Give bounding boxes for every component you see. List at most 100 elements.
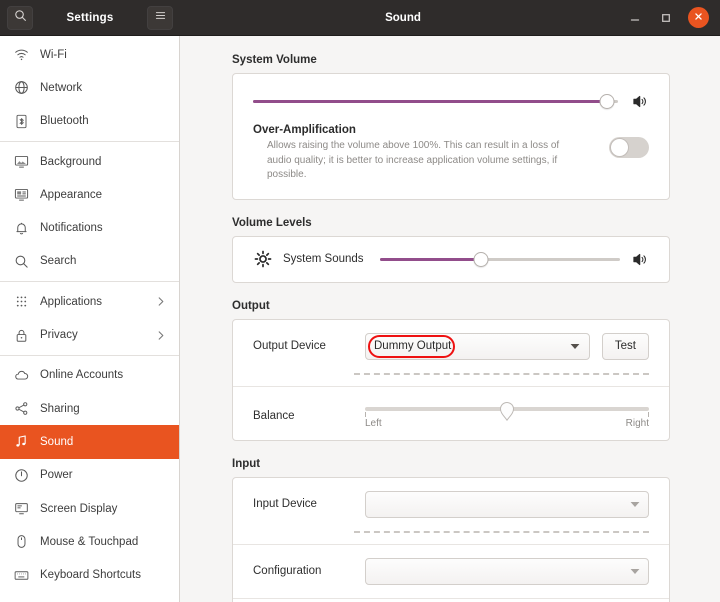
- sidebar-item-sharing[interactable]: Sharing: [0, 392, 179, 425]
- sidebar-item-search[interactable]: Search: [0, 245, 179, 278]
- sidebar-item-label: Sound: [40, 436, 166, 448]
- sidebar-item-background[interactable]: Background: [0, 145, 179, 178]
- system-volume-slider[interactable]: [253, 92, 618, 110]
- card-bottom-cut: [233, 599, 669, 602]
- tick-right: [648, 412, 649, 417]
- sidebar-item-label: Online Accounts: [40, 369, 166, 381]
- close-button[interactable]: [688, 7, 709, 28]
- volume-level-name: System Sounds: [283, 253, 369, 265]
- input-configuration-dropdown[interactable]: [365, 558, 649, 585]
- sidebar-item-label: Power: [40, 469, 166, 481]
- over-amplification-description: Allows raising the volume above 100%. Th…: [253, 139, 583, 183]
- sidebar-item-power[interactable]: Power: [0, 459, 179, 492]
- sidebar-item-mouse-touchpad[interactable]: Mouse & Touchpad: [0, 525, 179, 558]
- balance-slider[interactable]: Left Right: [365, 401, 649, 429]
- titlebar-left-pane: Settings: [0, 0, 180, 36]
- section-title-output: Output: [232, 300, 670, 312]
- sidebar[interactable]: Wi-Fi Network Bluetooth: [0, 36, 180, 602]
- sidebar-item-label: Sharing: [40, 403, 166, 415]
- sidebar-item-notifications[interactable]: Notifications: [0, 211, 179, 244]
- sidebar-item-bluetooth[interactable]: Bluetooth: [0, 105, 179, 138]
- sidebar-item-label: Appearance: [40, 189, 166, 201]
- speaker-volume-icon: [631, 250, 649, 268]
- appearance-icon: [13, 187, 29, 203]
- hamburger-menu-icon: [154, 9, 167, 27]
- close-icon: [693, 9, 704, 27]
- sidebar-separator: [0, 355, 179, 356]
- over-amplification-text: Over-Amplification Allows raising the vo…: [253, 124, 597, 183]
- maximize-button[interactable]: [657, 9, 674, 26]
- sidebar-item-label: Applications: [40, 296, 145, 308]
- over-amplification-toggle[interactable]: [609, 137, 649, 158]
- system-volume-row: [233, 74, 669, 114]
- sidebar-item-keyboard-shortcuts[interactable]: Keyboard Shortcuts: [0, 558, 179, 591]
- bell-icon: [13, 220, 29, 236]
- balance-ticks: [365, 411, 649, 419]
- cloud-icon: [13, 367, 29, 383]
- sidebar-separator: [0, 141, 179, 142]
- toggle-knob: [610, 138, 629, 157]
- sidebar-item-label: Bluetooth: [40, 115, 166, 127]
- network-globe-icon: [13, 80, 29, 96]
- output-device-label: Output Device: [253, 340, 353, 352]
- over-amplification-title: Over-Amplification: [253, 124, 597, 136]
- menu-button[interactable]: [147, 6, 173, 30]
- sidebar-item-label: Screen Display: [40, 503, 166, 515]
- balance-right-label: Right: [626, 418, 649, 429]
- settings-window: Settings Sound: [0, 0, 720, 602]
- output-device-dropdown[interactable]: Dummy Output: [365, 333, 590, 360]
- search-icon: [14, 9, 27, 27]
- tick-left: [365, 412, 366, 417]
- gear-icon: [253, 250, 272, 269]
- minimize-button[interactable]: [626, 9, 643, 26]
- sidebar-item-network[interactable]: Network: [0, 71, 179, 104]
- sidebar-item-applications[interactable]: Applications: [0, 285, 179, 318]
- input-device-dropdown[interactable]: [365, 491, 649, 518]
- slider-fill: [253, 100, 607, 103]
- input-configuration-label: Configuration: [253, 565, 353, 577]
- window-controls: [626, 7, 720, 28]
- sidebar-item-label: Wi-Fi: [40, 49, 166, 61]
- sidebar-item-privacy[interactable]: Privacy: [0, 318, 179, 351]
- sidebar-item-sound[interactable]: Sound: [0, 425, 179, 458]
- test-button[interactable]: Test: [602, 333, 649, 360]
- volume-level-row-system-sounds: System Sounds: [233, 237, 669, 282]
- volume-levels-card: System Sounds: [232, 236, 670, 283]
- sidebar-item-online-accounts[interactable]: Online Accounts: [0, 359, 179, 392]
- music-note-icon: [13, 434, 29, 450]
- system-sounds-slider[interactable]: [380, 250, 620, 268]
- input-configuration-row: Configuration: [233, 545, 669, 598]
- lock-icon: [13, 327, 29, 343]
- sidebar-item-appearance[interactable]: Appearance: [0, 178, 179, 211]
- search-button[interactable]: [7, 6, 33, 30]
- slider-handle[interactable]: [600, 94, 615, 109]
- sidebar-item-label: Notifications: [40, 222, 166, 234]
- sidebar-item-screen-display[interactable]: Screen Display: [0, 492, 179, 525]
- sidebar-item-label: Mouse & Touchpad: [40, 536, 166, 548]
- chevron-right-icon: [156, 330, 166, 341]
- chevron-down-icon: [629, 568, 640, 575]
- slider-handle[interactable]: [473, 252, 488, 267]
- sidebar-item-printers[interactable]: Printers: [0, 592, 179, 602]
- mouse-icon: [13, 534, 29, 550]
- balance-left-label: Left: [365, 418, 382, 429]
- balance-label: Balance: [253, 401, 353, 422]
- sidebar-item-label: Network: [40, 82, 166, 94]
- search-icon: [13, 253, 29, 269]
- maximize-icon: [660, 12, 672, 24]
- sidebar-separator: [0, 281, 179, 282]
- output-dashed-separator: [354, 373, 649, 375]
- input-device-row: Input Device: [233, 478, 669, 531]
- share-nodes-icon: [13, 401, 29, 417]
- applications-grid-icon: [13, 294, 29, 310]
- chevron-down-icon: [629, 501, 640, 508]
- sidebar-item-wifi[interactable]: Wi-Fi: [0, 38, 179, 71]
- input-card: Input Device Configuration: [232, 477, 670, 602]
- speaker-volume-icon: [631, 92, 649, 110]
- app-title: Settings: [67, 12, 114, 24]
- sidebar-item-label: Keyboard Shortcuts: [40, 569, 166, 581]
- chevron-down-icon: [570, 343, 581, 350]
- sidebar-item-label: Search: [40, 255, 166, 267]
- slider-fill: [380, 258, 481, 261]
- bluetooth-icon: [13, 113, 29, 129]
